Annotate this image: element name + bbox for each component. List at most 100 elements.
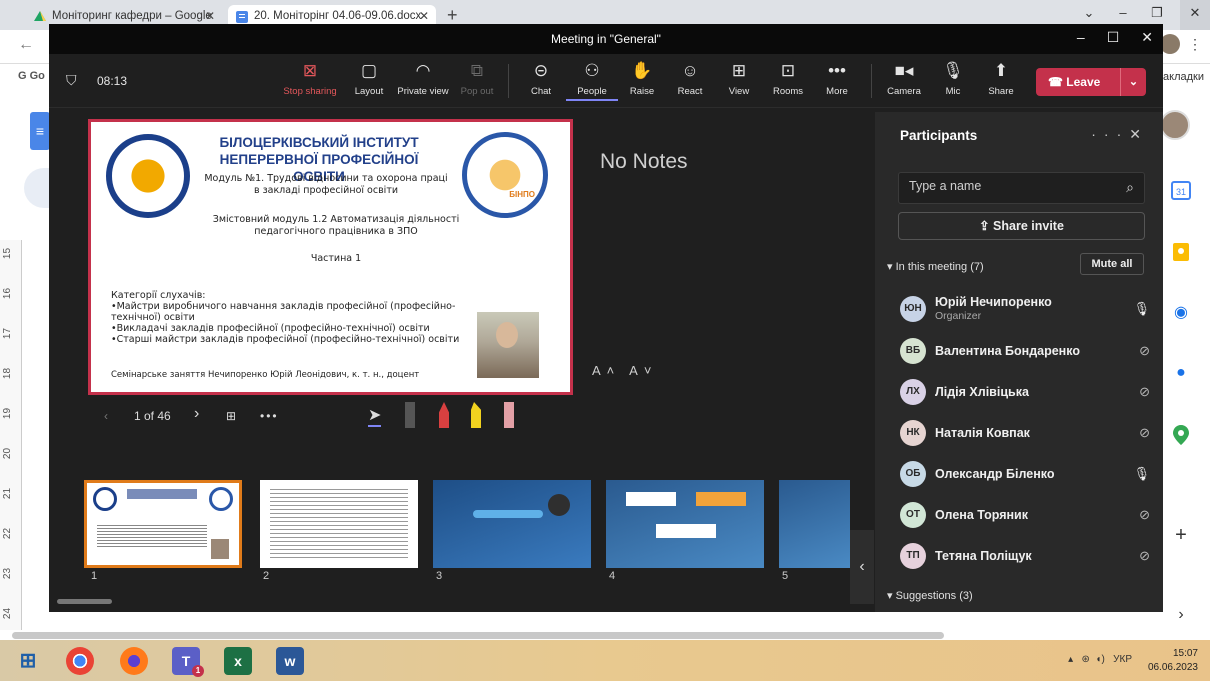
mic-on-icon[interactable]: 🎙 [1133, 301, 1150, 317]
participant-row[interactable]: ОТ Олена Торяник ⊘ [900, 498, 1150, 528]
shield-icon[interactable]: ⛉ [66, 72, 77, 89]
mic-button[interactable]: 🎙 Mic [927, 60, 979, 97]
more-options-icon[interactable]: ··· [1091, 126, 1129, 142]
chrome-icon[interactable] [66, 647, 94, 675]
horizontal-scrollbar[interactable] [12, 632, 944, 639]
in-meeting-header[interactable]: ▾ In this meeting (7) [887, 260, 984, 273]
slide-thumbnail-2[interactable] [260, 480, 418, 568]
mute-all-button[interactable]: Mute all [1080, 253, 1144, 275]
camera-button[interactable]: ■◂ Camera [878, 60, 930, 97]
slide-counter: 1 of 46 [134, 409, 171, 423]
calendar-icon[interactable]: 31 [1170, 180, 1192, 202]
react-button[interactable]: ☺ React [664, 60, 716, 97]
font-size-controls[interactable]: A˄ A˅ [592, 363, 657, 378]
participant-row[interactable]: ВБ Валентина Бондаренко ⊘ [900, 334, 1150, 364]
previous-slide-icon[interactable]: ‹ [104, 409, 108, 423]
mic-off-icon[interactable]: ⊘ [1139, 343, 1150, 359]
chevron-up-icon[interactable]: ▴ [1068, 654, 1073, 665]
mic-off-icon[interactable]: ⊘ [1139, 425, 1150, 441]
tasks-icon[interactable]: ◉ [1170, 302, 1192, 324]
avatar: ЮН [900, 296, 926, 322]
close-tab-icon[interactable]: ✕ [419, 9, 429, 23]
browser-menu-icon[interactable]: ⋮ [1188, 36, 1202, 53]
system-clock[interactable]: 15:07 06.06.2023 [1148, 647, 1198, 675]
minimize-button[interactable]: – [1077, 29, 1085, 46]
svg-text:31: 31 [1176, 187, 1186, 197]
participant-row[interactable]: ОБ Олександр Біленко 🎙 [900, 457, 1150, 487]
pink-eraser-icon[interactable] [504, 402, 514, 428]
participant-row[interactable]: ЮН Юрій Нечипоренко Organizer 🎙 [900, 292, 1150, 322]
red-pen-icon[interactable] [439, 402, 449, 428]
close-panel-icon[interactable]: ✕ [1129, 126, 1149, 142]
participant-row[interactable]: ТП Тетяна Поліщук ⊘ [900, 539, 1150, 569]
slide-thumbnail-5[interactable] [779, 480, 850, 568]
mic-on-icon[interactable]: 🎙 [1133, 466, 1150, 482]
highlighter-icon[interactable] [471, 402, 481, 428]
rooms-button[interactable]: ⊡ Rooms [762, 60, 814, 97]
layout-button[interactable]: ▢ Layout [343, 60, 395, 97]
add-addon-icon[interactable]: + [1170, 524, 1192, 546]
private-view-button[interactable]: ◠ Private view [394, 60, 452, 97]
people-button[interactable]: ⚇ People [566, 60, 618, 101]
mic-off-icon[interactable]: ⊘ [1139, 548, 1150, 564]
word-icon[interactable]: w [276, 647, 304, 675]
chat-button[interactable]: ⊝ Chat [515, 60, 567, 97]
windows-start-icon[interactable]: ⊞ [14, 647, 42, 675]
more-button[interactable]: ••• More [811, 60, 863, 97]
people-label: People [566, 86, 618, 101]
share-button[interactable]: ⬆ Share [975, 60, 1027, 97]
teams-taskbar-icon[interactable]: T1 [172, 647, 204, 677]
vertical-ruler: 15 16 17 18 19 20 21 22 23 24 [0, 240, 22, 630]
chevron-right-icon[interactable]: › [1170, 604, 1192, 626]
search-icon[interactable]: ⌕ [1126, 179, 1134, 196]
stop-sharing-button[interactable]: ⊠ Stop sharing [280, 60, 340, 97]
thumbnail-number: 3 [436, 570, 443, 582]
docs-side-tab[interactable] [24, 168, 50, 208]
volume-icon[interactable]: ◖) [1095, 654, 1104, 665]
participant-name: Юрій Нечипоренко [935, 295, 1052, 309]
close-button[interactable]: ✕ [1141, 29, 1153, 46]
suggestions-header[interactable]: ▾ Suggestions (3) [887, 589, 973, 602]
thumbnails-scrollbar[interactable] [57, 599, 112, 604]
bookmark-google[interactable]: G Go [18, 70, 45, 82]
pointer-icon[interactable]: ➤ [368, 405, 382, 427]
slide-thumbnail-3[interactable] [433, 480, 591, 568]
participant-row[interactable]: НК Наталія Ковпак ⊘ [900, 416, 1150, 446]
user-avatar[interactable] [1160, 110, 1190, 140]
new-tab-button[interactable]: + [447, 5, 458, 26]
raise-hand-button[interactable]: ✋ Raise [616, 60, 668, 97]
mic-off-icon[interactable]: ⊘ [1139, 507, 1150, 523]
excel-icon[interactable]: x [224, 647, 252, 675]
more-options-icon[interactable]: ••• [260, 409, 279, 423]
pop-out-button[interactable]: ⧉ Pop out [451, 60, 503, 97]
maximize-button[interactable]: ☐ [1107, 29, 1120, 46]
mic-off-icon[interactable]: ⊘ [1139, 384, 1150, 400]
back-arrow-icon[interactable]: ← [18, 36, 34, 54]
chat-label: Chat [530, 86, 552, 97]
bookmarks-label[interactable]: закладки [1158, 71, 1204, 83]
close-tab-icon[interactable]: ✕ [205, 9, 215, 23]
share-invite-button[interactable]: ⇪ Share invite [898, 212, 1145, 240]
view-button[interactable]: ⊞ View [713, 60, 765, 97]
thumbnails-scroll-left-icon[interactable]: ‹ [850, 530, 874, 604]
docs-outline-icon[interactable]: ≡ [30, 112, 50, 150]
search-input[interactable] [909, 179, 1109, 193]
rooms-icon: ⊡ [780, 61, 796, 80]
leave-button[interactable]: ☎ Leave ⌄ [1036, 68, 1146, 96]
close-button[interactable]: ✕ [1180, 0, 1210, 30]
next-slide-icon[interactable]: › [194, 405, 199, 423]
eraser-tool-icon[interactable] [405, 402, 415, 428]
firefox-icon[interactable] [120, 647, 148, 675]
more-label: More [826, 86, 848, 97]
contacts-icon[interactable]: ● [1170, 362, 1192, 384]
slide-grid-icon[interactable]: ⊞ [226, 409, 236, 423]
keep-icon[interactable] [1170, 242, 1192, 264]
participant-row[interactable]: ЛХ Лідія Хлівіцька ⊘ [900, 375, 1150, 405]
language-indicator[interactable]: УКР [1113, 654, 1132, 665]
network-icon[interactable]: ⊛ [1081, 654, 1089, 665]
slide-thumbnail-1[interactable] [84, 480, 242, 568]
profile-avatar[interactable] [1160, 34, 1180, 54]
maps-icon[interactable] [1170, 425, 1192, 447]
leave-options-chevron-icon[interactable]: ⌄ [1120, 68, 1146, 96]
slide-thumbnail-4[interactable] [606, 480, 764, 568]
